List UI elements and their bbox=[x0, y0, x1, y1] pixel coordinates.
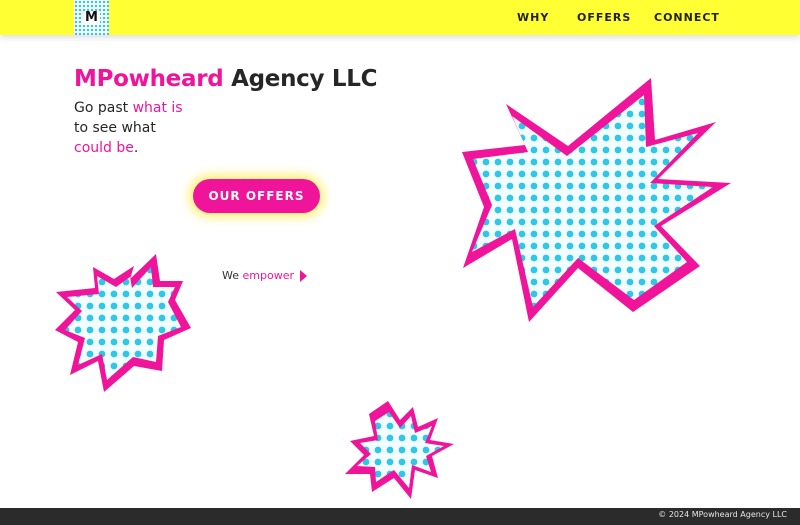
nav-why[interactable]: WHY bbox=[517, 11, 549, 24]
tagline-line1-plain: Go past bbox=[74, 100, 133, 116]
tagline: Go past what is to see what could be. bbox=[74, 98, 183, 158]
empower-plain: We bbox=[222, 269, 239, 282]
title-accent: MPowheard bbox=[74, 66, 224, 92]
nav-offers[interactable]: OFFERS bbox=[577, 11, 631, 24]
play-arrow-icon bbox=[299, 269, 307, 282]
nav-connect[interactable]: CONNECT bbox=[654, 11, 720, 24]
we-empower-link[interactable]: We empower bbox=[222, 269, 307, 282]
page-title: MPowheard Agency LLC bbox=[74, 66, 377, 92]
logo[interactable]: M bbox=[74, 0, 109, 35]
header-bar: M WHY OFFERS CONNECT bbox=[0, 0, 800, 35]
footer: © 2024 MPowheard Agency LLC bbox=[0, 508, 800, 525]
empower-accent: empower bbox=[242, 269, 294, 282]
our-offers-button[interactable]: OUR OFFERS bbox=[193, 179, 320, 213]
title-rest: Agency LLC bbox=[223, 66, 378, 92]
tagline-line1-accent: what is bbox=[132, 100, 183, 116]
tagline-line3-end: . bbox=[133, 140, 139, 156]
logo-letter: M bbox=[83, 9, 100, 25]
tagline-line3-accent: could be bbox=[74, 140, 134, 156]
copyright-text: © 2024 MPowheard Agency LLC bbox=[658, 510, 787, 519]
tagline-line2: to see what bbox=[74, 120, 156, 136]
